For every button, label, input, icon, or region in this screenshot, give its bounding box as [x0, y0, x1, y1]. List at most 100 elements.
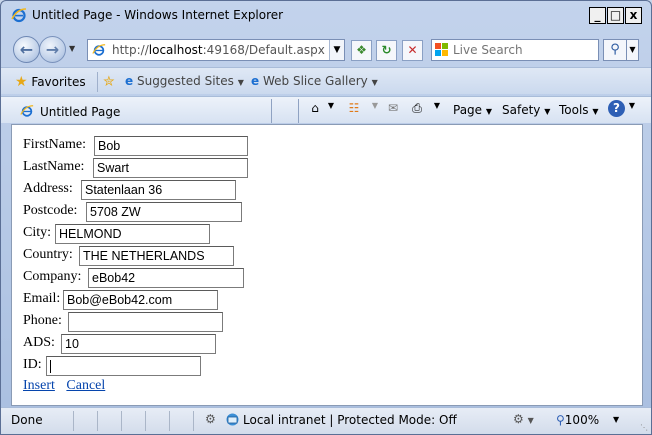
- safety-menu-label: Safety: [502, 103, 541, 117]
- email-field[interactable]: Bob@eBob42.com: [63, 290, 218, 310]
- ads-label: ADS:: [23, 335, 55, 350]
- zoom-value: 100%: [564, 413, 600, 427]
- tools-menu-label: Tools: [559, 103, 589, 117]
- city-field[interactable]: HELMOND: [55, 224, 210, 244]
- ie-page-icon: [20, 105, 34, 117]
- chevron-down-icon: ▼: [544, 107, 551, 116]
- id-field[interactable]: [46, 356, 201, 376]
- form-actions: Insert Cancel: [23, 378, 113, 394]
- feeds-dropdown-icon[interactable]: ▼: [367, 101, 383, 117]
- status-panel: [145, 411, 169, 431]
- security-settings-icon[interactable]: ⚙ ▼: [513, 412, 534, 426]
- add-favorite-star-icon: ✮: [103, 74, 115, 90]
- postcode-label: Postcode:: [23, 203, 78, 218]
- insert-link[interactable]: Insert: [23, 378, 55, 393]
- ie-logo-icon: [11, 8, 27, 23]
- address-field[interactable]: Statenlaan 36: [81, 180, 236, 200]
- zoom-level[interactable]: ⚲100%: [556, 413, 599, 427]
- safety-menu[interactable]: Safety ▼: [502, 103, 550, 117]
- help-icon[interactable]: ?: [608, 100, 625, 117]
- ads-field[interactable]: 10: [61, 334, 216, 354]
- tab-label: Untitled Page: [40, 105, 121, 119]
- command-bar: Untitled Page ⌂ ▼ ☷ ▼ ✉ ⎙ ▼ Page ▼ Safet…: [1, 96, 651, 123]
- local-intranet-icon: [226, 413, 239, 426]
- address-dropdown-icon[interactable]: ▼: [329, 40, 344, 60]
- company-label: Company:: [23, 269, 82, 284]
- forward-button[interactable]: →: [39, 36, 66, 63]
- suggested-sites-label: Suggested Sites: [136, 74, 234, 88]
- status-text: Done: [11, 413, 43, 427]
- resize-grip-icon[interactable]: ⋱: [640, 423, 648, 432]
- address-url: http://localhost:49168/Default.aspx: [112, 43, 325, 57]
- window-title: Untitled Page - Windows Internet Explore…: [32, 8, 284, 22]
- status-panel: [121, 411, 145, 431]
- search-box[interactable]: [431, 39, 599, 61]
- search-input[interactable]: [453, 42, 593, 58]
- chevron-down-icon: ▼: [592, 107, 599, 116]
- search-button[interactable]: ⚲: [603, 39, 627, 61]
- suggested-sites-link[interactable]: e Suggested Sites ▼: [125, 74, 244, 88]
- tab-untitled-page[interactable]: Untitled Page: [13, 99, 271, 123]
- close-button[interactable]: x: [625, 7, 642, 24]
- status-panel: [73, 411, 97, 431]
- protected-mode-icon[interactable]: ⚙: [205, 412, 216, 426]
- web-slice-gallery-link[interactable]: e Web Slice Gallery ▼: [251, 74, 378, 88]
- ie-page-icon: [92, 44, 106, 56]
- browser-window: Untitled Page - Windows Internet Explore…: [0, 0, 652, 435]
- tools-menu[interactable]: Tools ▼: [559, 103, 599, 117]
- page-content: FirstName: Bob LastName: Swart Address: …: [11, 124, 643, 406]
- ie-small-icon: e: [125, 74, 134, 88]
- url-rest: :49168/Default.aspx: [202, 43, 325, 57]
- chevron-down-icon: ▼: [485, 107, 493, 116]
- company-field[interactable]: eBob42: [88, 268, 244, 288]
- compatibility-view-button[interactable]: ❖: [351, 40, 372, 61]
- print-icon[interactable]: ⎙: [409, 101, 425, 117]
- status-panel: [97, 411, 121, 431]
- lastname-field[interactable]: Swart: [93, 158, 248, 178]
- ie-small-icon: e: [251, 74, 260, 88]
- refresh-button[interactable]: ↻: [376, 40, 397, 61]
- zoom-magnifier-icon: ⚲: [556, 413, 565, 427]
- country-field[interactable]: THE NETHERLANDS: [79, 246, 234, 266]
- back-button[interactable]: ←: [13, 36, 40, 63]
- live-search-icon: [435, 43, 448, 56]
- home-dropdown-icon[interactable]: ▼: [323, 101, 339, 117]
- print-dropdown-icon[interactable]: ▼: [429, 101, 445, 117]
- chevron-down-icon: ▼: [371, 78, 378, 87]
- page-menu-label: Page: [453, 103, 483, 117]
- postcode-field[interactable]: 5708 ZW: [86, 202, 242, 222]
- url-host: localhost: [148, 43, 203, 57]
- stop-button[interactable]: ✕: [402, 40, 423, 61]
- history-dropdown-icon[interactable]: ▼: [69, 44, 75, 53]
- read-mail-icon[interactable]: ✉: [385, 101, 401, 117]
- status-bar: Done ⚙ Local intranet | Protected Mode: …: [1, 407, 651, 434]
- cancel-link[interactable]: Cancel: [66, 378, 105, 393]
- phone-label: Phone:: [23, 313, 62, 328]
- favorites-label: Favorites: [31, 75, 86, 89]
- phone-field[interactable]: [68, 312, 223, 332]
- new-tab-button[interactable]: [271, 99, 299, 123]
- help-dropdown-icon[interactable]: ▼: [624, 101, 640, 117]
- zoom-dropdown-icon[interactable]: ▼: [613, 415, 619, 424]
- maximize-button[interactable]: □: [607, 7, 624, 24]
- search-options-dropdown-icon[interactable]: ▼: [627, 39, 639, 61]
- text-caret: [50, 360, 51, 374]
- page-menu[interactable]: Page ▼: [453, 103, 492, 117]
- add-to-favorites-bar-button[interactable]: ✮: [103, 74, 115, 90]
- magnifier-icon: ⚲: [610, 42, 620, 57]
- minimize-button[interactable]: _: [589, 7, 606, 24]
- forward-arrow-icon: →: [45, 40, 60, 59]
- home-icon[interactable]: ⌂: [307, 101, 323, 117]
- firstname-field[interactable]: Bob: [94, 136, 248, 156]
- chevron-down-icon: ▼: [237, 78, 244, 87]
- favorites-separator: [97, 72, 98, 92]
- address-bar[interactable]: http://localhost:49168/Default.aspx ▼: [87, 39, 345, 61]
- favorites-button[interactable]: ★ Favorites: [15, 74, 86, 90]
- title-bar: Untitled Page - Windows Internet Explore…: [1, 1, 651, 29]
- feeds-icon[interactable]: ☷: [346, 101, 362, 117]
- stop-icon: ✕: [407, 43, 418, 57]
- compatibility-icon: ❖: [356, 43, 367, 57]
- address-toolbar: ← → ▼ http://localhost:49168/Default.asp…: [1, 34, 651, 64]
- web-slice-gallery-label: Web Slice Gallery: [262, 74, 368, 88]
- favorites-star-icon: ★: [15, 74, 28, 90]
